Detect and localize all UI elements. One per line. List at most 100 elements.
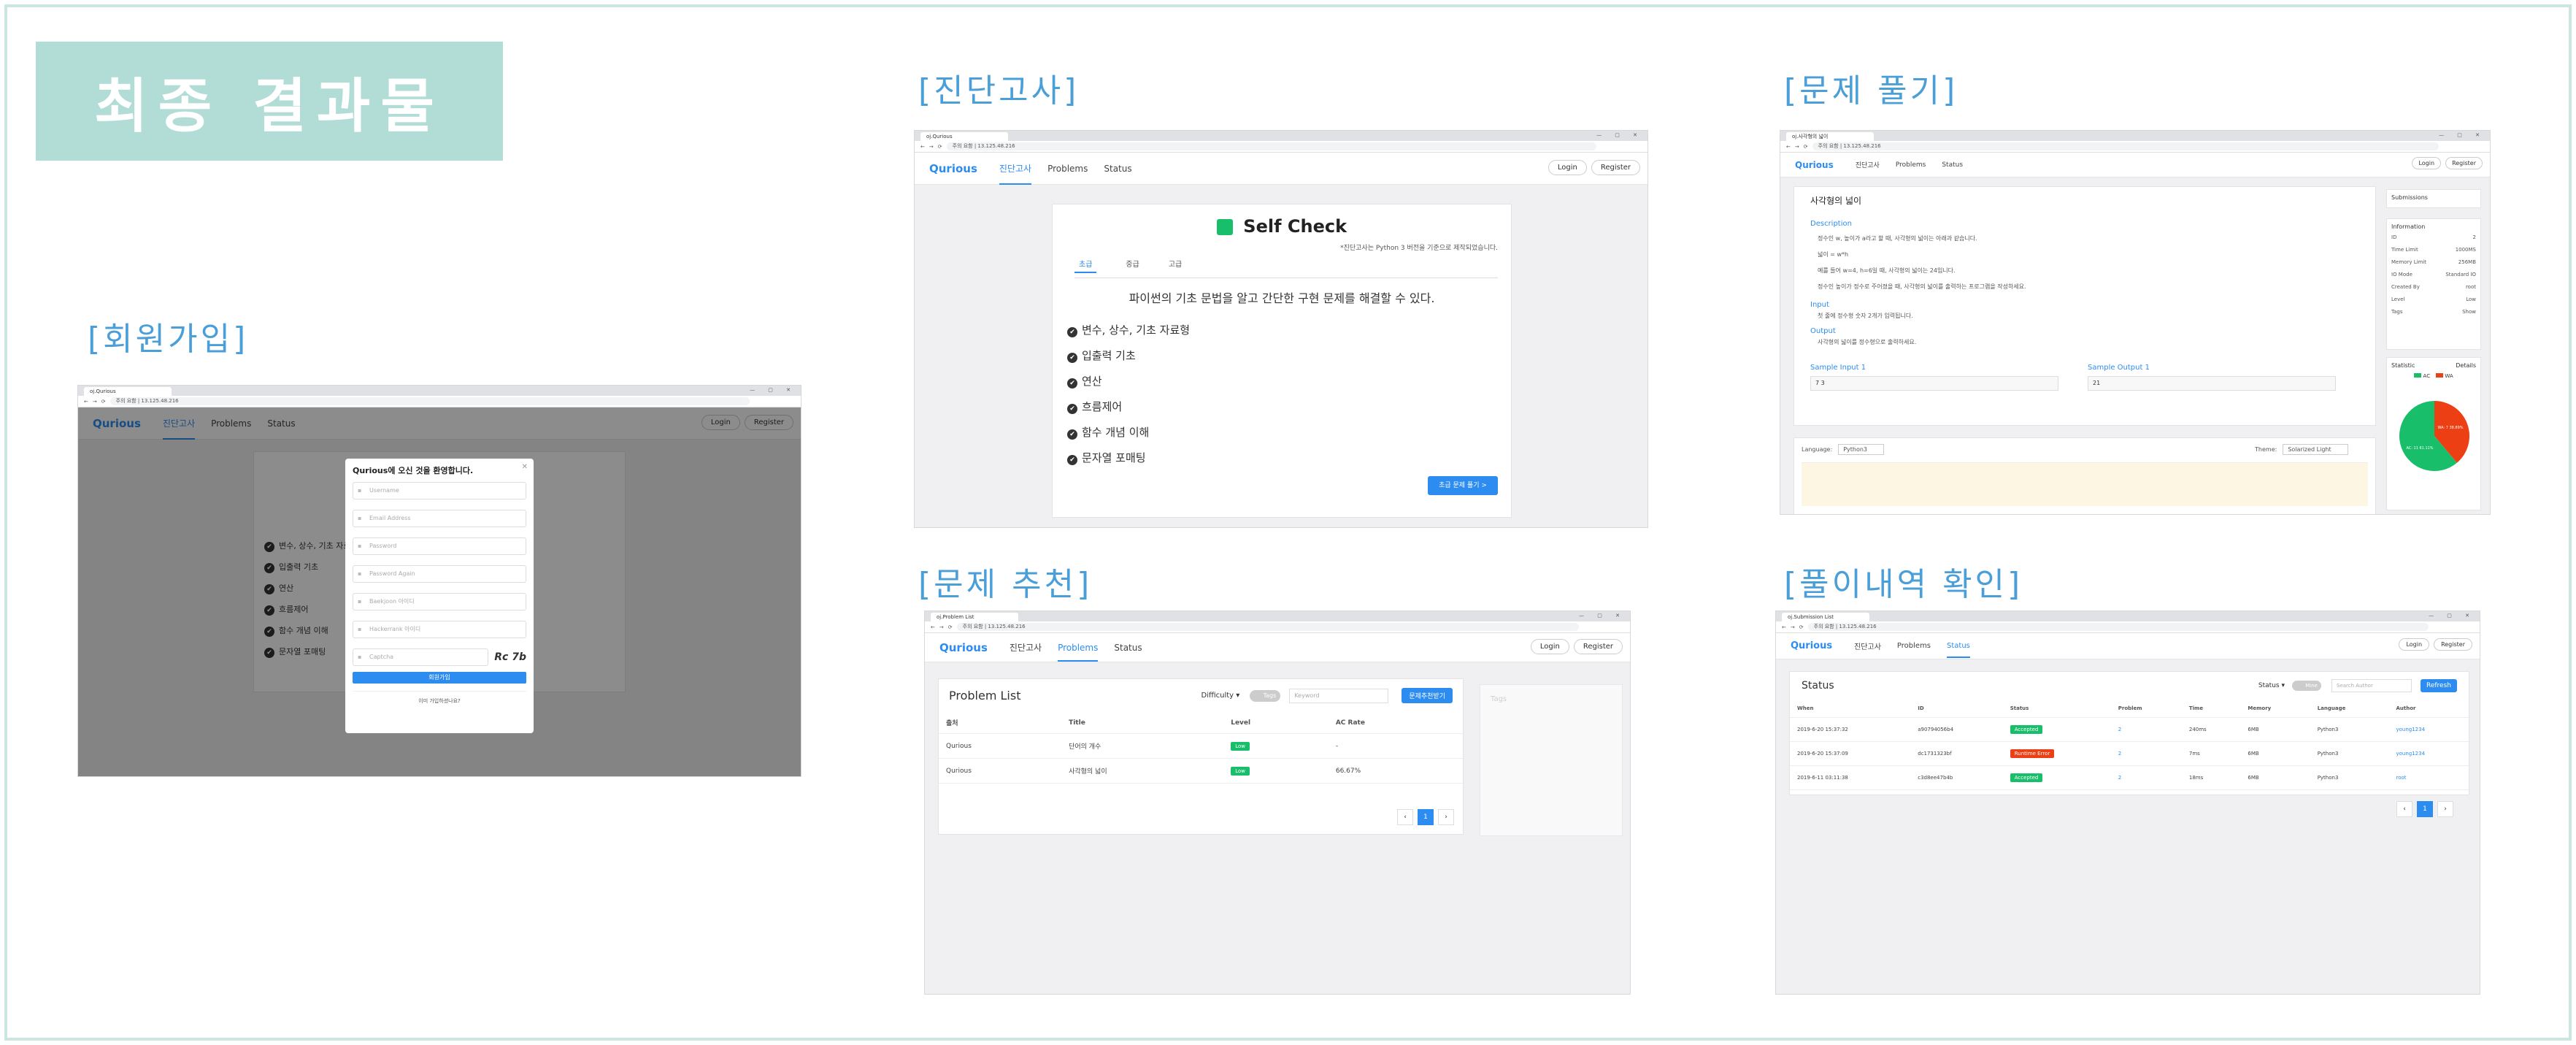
nav-diagnosis[interactable]: 진단고사 <box>1856 160 1880 169</box>
window-controls[interactable]: — ▢ ✕ <box>1579 613 1626 619</box>
table-row[interactable]: Qurious 단어의 개수 Low - <box>939 733 1463 759</box>
reload-icon[interactable]: ⟳ <box>938 144 942 150</box>
address-bar[interactable]: ← → ⟳ 주의 요함 | 13.125.48.216 <box>915 141 1648 153</box>
prev-page-icon[interactable]: ‹ <box>1397 809 1413 825</box>
mine-toggle[interactable]: Mine <box>2292 681 2321 691</box>
already-registered-link[interactable]: 이미 가입하셨나요? <box>353 691 526 705</box>
browser-tab[interactable]: oj.Submission List <box>1782 613 1869 621</box>
email-field[interactable]: Email Address <box>353 510 526 527</box>
signup-submit-button[interactable]: 회원가입 <box>353 672 526 684</box>
submissions-link[interactable]: Submissions <box>2391 194 2428 201</box>
cell-text[interactable]: young1234 <box>2396 727 2425 732</box>
login-button[interactable]: Login <box>1547 160 1587 175</box>
next-page-icon[interactable]: › <box>1438 809 1454 825</box>
refresh-button[interactable]: Refresh <box>2421 679 2457 692</box>
username-field[interactable]: Username <box>353 482 526 499</box>
nav-diagnosis[interactable]: 진단고사 <box>999 162 1032 185</box>
table-row[interactable]: Qurious 사각형의 넓이 Low 66.67% <box>939 758 1463 784</box>
info-value[interactable]: Show <box>2462 309 2476 315</box>
captcha-image[interactable]: Rc 7b <box>494 651 526 663</box>
cell-text[interactable]: 단어의 개수 <box>1069 743 1101 751</box>
close-icon[interactable]: ✕ <box>522 463 528 471</box>
nav-status[interactable]: Status <box>1104 164 1131 174</box>
next-page-icon[interactable]: › <box>2437 801 2453 817</box>
recommend-button[interactable]: 문제추천받기 <box>1402 688 1453 703</box>
table-cell[interactable]: root <box>2388 765 2469 790</box>
window-controls[interactable]: — ▢ ✕ <box>750 387 796 393</box>
forward-icon[interactable]: → <box>93 399 97 405</box>
window-controls[interactable]: — ▢ ✕ <box>1596 132 1643 138</box>
theme-select[interactable]: Solarized Light <box>2283 444 2348 455</box>
tags-toggle[interactable]: Tags <box>1250 689 1281 702</box>
nav-diagnosis[interactable]: 진단고사 <box>1010 641 1042 654</box>
url-field[interactable]: 주의 요함 | 13.125.48.216 <box>1807 623 2429 631</box>
nav-status[interactable]: Status <box>1114 643 1142 653</box>
nav-problems[interactable]: Problems <box>1896 161 1926 169</box>
table-cell[interactable]: young1234 <box>2388 717 2469 742</box>
captcha-field[interactable]: Captcha <box>353 648 489 666</box>
table-cell[interactable]: 2 <box>2110 765 2182 790</box>
cell-text[interactable]: root <box>2396 775 2406 781</box>
table-cell[interactable]: young1234 <box>2388 741 2469 766</box>
login-button[interactable]: Login <box>2412 157 2442 169</box>
cell-text[interactable]: 2 <box>2118 751 2121 757</box>
reload-icon[interactable]: ⟳ <box>1799 624 1804 630</box>
register-button[interactable]: Register <box>2445 157 2483 169</box>
register-button[interactable]: Register <box>2434 638 2472 651</box>
table-cell[interactable]: 2 <box>2110 741 2182 766</box>
tab-intermediate[interactable]: 중급 <box>1126 258 1139 273</box>
password-field[interactable]: Password <box>353 537 526 555</box>
language-select[interactable]: Python3 <box>1838 444 1885 455</box>
login-button[interactable]: Login <box>1530 639 1569 654</box>
table-cell[interactable]: 2 <box>2110 717 2182 742</box>
url-field[interactable]: 주의 요함 | 13.125.48.216 <box>956 623 1579 631</box>
page-number[interactable]: 1 <box>2417 801 2433 817</box>
forward-icon[interactable]: → <box>1795 144 1799 150</box>
window-controls[interactable]: — ▢ ✕ <box>2429 613 2475 619</box>
table-row[interactable]: 2019-6-20 15:37:09 dc1731323bf Runtime Err… <box>1790 741 2469 766</box>
forward-icon[interactable]: → <box>1791 624 1795 630</box>
back-icon[interactable]: ← <box>931 624 935 630</box>
difficulty-dropdown[interactable]: Difficulty ▾ <box>1202 692 1240 700</box>
forward-icon[interactable]: → <box>939 624 944 630</box>
browser-tab[interactable]: oj.Qurious <box>84 387 172 396</box>
address-bar[interactable]: ← → ⟳ 주의 요함 | 13.125.48.216 <box>1776 621 2480 633</box>
back-icon[interactable]: ← <box>84 399 88 405</box>
details-link[interactable]: Details <box>2456 362 2476 369</box>
tab-advanced[interactable]: 고급 <box>1169 258 1182 273</box>
page-number[interactable]: 1 <box>1418 809 1434 825</box>
cell-text[interactable]: 2 <box>2118 775 2121 781</box>
cell-text[interactable]: 2 <box>2118 727 2121 732</box>
keyword-input[interactable]: Keyword <box>1289 688 1389 703</box>
forward-icon[interactable]: → <box>929 144 934 150</box>
reload-icon[interactable]: ⟳ <box>948 624 953 630</box>
start-beginner-button[interactable]: 초급 문제 풀기 > <box>1428 476 1498 495</box>
logo[interactable]: Qurious <box>929 162 977 175</box>
nav-status[interactable]: Status <box>1942 161 1963 169</box>
nav-status[interactable]: Status <box>1947 642 1970 658</box>
register-button[interactable]: Register <box>1573 639 1623 654</box>
nav-problems[interactable]: Problems <box>1058 643 1099 662</box>
logo[interactable]: Qurious <box>939 641 988 654</box>
table-cell[interactable]: 단어의 개수 <box>1061 733 1224 759</box>
url-field[interactable]: 주의 요함 | 13.125.48.216 <box>946 142 1596 150</box>
code-editor[interactable] <box>1802 462 2368 506</box>
table-row[interactable]: 2019-6-20 15:37:32 a90794056b4 Accepted 2 24… <box>1790 717 2469 742</box>
back-icon[interactable]: ← <box>920 144 925 150</box>
cell-text[interactable]: 사각형의 넓이 <box>1069 768 1107 776</box>
nav-problems[interactable]: Problems <box>1897 642 1931 650</box>
hackerrank-field[interactable]: Hackerrank 아이디 <box>353 621 526 638</box>
prev-page-icon[interactable]: ‹ <box>2396 801 2412 817</box>
logo[interactable]: Qurious <box>1795 160 1834 170</box>
baekjoon-field[interactable]: Baekjoon 아이디 <box>353 593 526 610</box>
cell-text[interactable]: young1234 <box>2396 751 2425 757</box>
author-search-input[interactable]: Search Author <box>2331 679 2412 692</box>
address-bar[interactable]: ← → ⟳ 주의 요함 | 13.125.48.216 <box>925 621 1630 633</box>
browser-tab[interactable]: oj.Problem List <box>931 613 1018 621</box>
back-icon[interactable]: ← <box>1782 624 1786 630</box>
login-button[interactable]: Login <box>2399 638 2430 651</box>
browser-tab[interactable]: oj.사각형의 넓이 <box>1786 132 1874 141</box>
url-field[interactable]: 주의 요함 | 13.125.48.216 <box>1812 142 2439 150</box>
status-filter-dropdown[interactable]: Status ▾ <box>2258 682 2285 689</box>
logo[interactable]: Qurious <box>1791 640 1832 651</box>
